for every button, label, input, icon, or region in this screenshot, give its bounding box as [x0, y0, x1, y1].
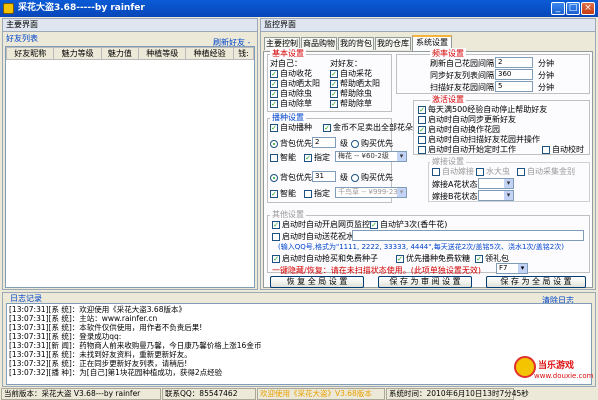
log-line: [13:07:31][系 统]：未找到好友资料，重新更新好友。	[9, 350, 192, 359]
auto-pet-checkbox[interactable]: ✓ 自动铲3次(香牛花)	[370, 219, 447, 230]
refresh-self-input[interactable]: 2	[495, 57, 533, 68]
scan-friends-label: 扫描好友花园间隔	[430, 83, 494, 92]
auto-weed-checkbox[interactable]: ✓ 自动除草	[270, 98, 312, 109]
log-line: [13:07:32][系 统]：正在同步更新好友列表，请稍后!	[9, 359, 188, 368]
fixed-checkbox-1[interactable]: ✓ 指定	[304, 152, 330, 163]
watermark-logo: 当乐游戏 www.douxie.com	[514, 356, 594, 386]
scan-friends-input[interactable]: 5	[495, 81, 533, 92]
col-plant-level[interactable]: 种植等级	[137, 47, 187, 60]
main-panel: 主要界面 好友列表 刷新好友 - 好友昵称 魅力等级 魅力值 种植等级 种植经验…	[2, 18, 258, 290]
qq-list-input[interactable]	[352, 230, 584, 241]
maximize-button[interactable]: □	[566, 2, 580, 15]
tab-shop[interactable]: 商品购物	[301, 37, 337, 50]
help-collect-checkbox[interactable]: 自动采集金别	[517, 166, 575, 177]
monitor-title: 监控界面	[261, 19, 595, 32]
auto-buy-checkbox[interactable]: ✓ 启动时自动抢买和免费种子	[272, 253, 378, 264]
save-global-button[interactable]: 保 存 为 全 局 设 置	[486, 276, 586, 288]
unit-min-1: 分钟	[538, 59, 554, 68]
mascot-icon	[514, 356, 536, 378]
shop-first-radio-2[interactable]: 购买优先	[351, 172, 393, 183]
timer-on-start-checkbox[interactable]: 启动时自动开始定时工作	[418, 144, 516, 155]
window-title: 采花大盗3.68-----by rainfer	[18, 3, 145, 13]
refresh-self-label: 刷新自己花园间隔	[430, 59, 494, 68]
unit-min-3: 分钟	[538, 83, 554, 92]
auto-time-checkbox[interactable]: 自动校时	[542, 144, 584, 155]
log-line: [13:07:31][系 统]：主站：www.rainfer.cn	[9, 314, 158, 323]
status-welcome: 欢迎使用《采花大盗》V3.68版本	[257, 388, 385, 400]
bag-first-radio-2[interactable]: 背包优先	[270, 172, 312, 183]
level-unit-1: 级	[340, 139, 348, 148]
auto-graft-checkbox[interactable]: 自动嫁接	[432, 166, 474, 177]
bag-first-radio[interactable]: 背包优先	[270, 138, 312, 149]
one-key-hint: 一键隐藏/恢复：请在未扫描状态使用。(此项单独设置无效)	[272, 266, 481, 275]
status-qq: 联系QQ：85547462	[162, 388, 256, 400]
log-list[interactable]: [13:07:31][系 统]：欢迎使用《采花大盗3.68版本》 [13:07:…	[6, 303, 592, 385]
seed-select-2[interactable]: 千鸟草 -- ¥999-23级	[335, 187, 407, 198]
title-bar: 采花大盗3.68-----by rainfer	[0, 0, 598, 17]
fixed-checkbox-2[interactable]: 指定	[304, 188, 330, 199]
qq-format-hint: (输入QQ号,格式为"1111, 2222, 33333, 4444",每天送花…	[278, 243, 564, 251]
col-nickname[interactable]: 好友昵称	[5, 47, 55, 60]
main-panel-title: 主要界面	[3, 19, 257, 32]
watermark-site: www.douxie.com	[534, 372, 594, 380]
unit-min-2: 分钟	[538, 71, 554, 80]
graft-b-label: 嫁接B花状态	[432, 192, 478, 201]
col-money[interactable]: 钱:	[232, 47, 255, 60]
col-charm[interactable]: 魅力值	[100, 47, 140, 60]
log-line: [13:07:31][系 统]：欢迎使用《采花大盗3.68版本》	[9, 305, 186, 314]
priority-checkbox[interactable]: ✓ 优先播种免费软糖	[396, 253, 470, 264]
status-time: 系统时间：2010年6月10日13时7分45秒	[386, 388, 529, 400]
friend-list-tab[interactable]: 好友列表	[6, 33, 38, 44]
watermark-brand: 当乐游戏	[538, 361, 575, 371]
log-line: [13:07:32][播 种]：为[自己]第1块花园种植成功，获得2点经验	[9, 368, 223, 377]
hotkey-select[interactable]: F7	[496, 263, 528, 274]
col-charm-level[interactable]: 魅力等级	[53, 47, 102, 60]
graft-a-select[interactable]	[478, 178, 514, 189]
sync-friends-input[interactable]: 360	[495, 69, 533, 80]
smart-checkbox-2[interactable]: ✓ 智能	[270, 188, 296, 199]
level-unit-2: 级	[340, 173, 348, 182]
app-icon	[3, 3, 14, 14]
help-weed-checkbox[interactable]: ✓ 帮助除草	[330, 98, 372, 109]
friend-list[interactable]: 好友昵称 魅力等级 魅力值 种植等级 种植经验 钱:	[5, 46, 255, 288]
tab-warehouse[interactable]: 我的仓库	[375, 37, 411, 50]
col-plant-exp[interactable]: 种植经验	[185, 47, 234, 60]
sell-flowers-checkbox[interactable]: ✓ 金币不足卖出全部花朵	[323, 122, 413, 133]
save-review-button[interactable]: 保 存 为 审 阅 设 置	[378, 276, 472, 288]
graft-a-label: 嫁接A花状态	[432, 180, 478, 189]
graft-b-select[interactable]	[478, 190, 514, 201]
log-line: [13:07:31][新 闻]：药物商人前来收购曼乃馨，今日康乃馨价格上涨16金…	[9, 341, 262, 350]
log-line: [13:07:31][系 统]：登录成功qq:	[9, 332, 122, 341]
start-monitor-checkbox[interactable]: ✓ 启动时自动开启网页监控	[272, 219, 370, 230]
close-button[interactable]: ×	[581, 2, 595, 15]
level-input-2[interactable]: 31	[312, 171, 336, 182]
tab-bag[interactable]: 我的背包	[338, 37, 374, 50]
send-flower-checkbox[interactable]: 启动时自动送花祝水	[272, 231, 354, 242]
smart-checkbox-1[interactable]: 智能	[270, 152, 296, 163]
minimize-button[interactable]: _	[551, 2, 565, 15]
log-line: [13:07:31][系 统]：本软件仅供使用，用作者不负责后果!	[9, 323, 203, 332]
level-input-1[interactable]: 2	[312, 137, 336, 148]
water-checkbox[interactable]: 水大虫	[476, 166, 510, 177]
shop-first-radio[interactable]: 购买优先	[351, 138, 393, 149]
restore-global-button[interactable]: 恢 复 全 局 设 置	[270, 276, 364, 288]
sync-friends-label: 同步好友列表间隔	[430, 71, 494, 80]
auto-plant-checkbox[interactable]: ✓ 自动播种	[270, 122, 312, 133]
status-version: 当前版本：采花大盗 V3.68---by rainfer	[1, 388, 161, 400]
seed-select-1[interactable]: 梅花 -- ¥60-2级	[335, 151, 407, 162]
